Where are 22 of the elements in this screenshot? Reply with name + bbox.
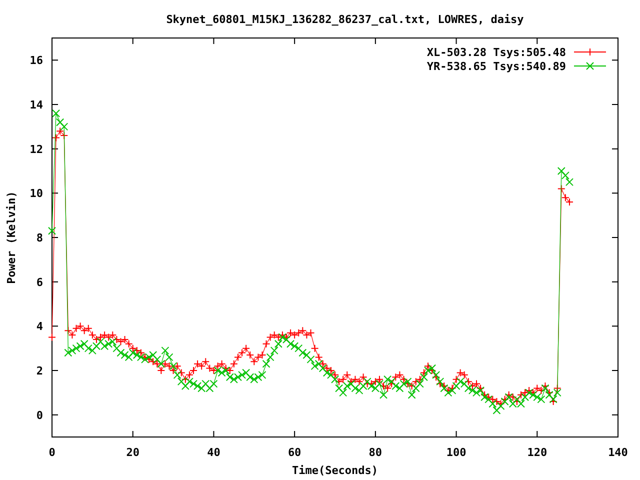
legend-label: XL-503.28 Tsys:505.48 xyxy=(426,46,566,59)
tick-label: 14 xyxy=(30,98,43,112)
tick-label: 140 xyxy=(608,446,628,459)
tick-label: 120 xyxy=(527,446,548,459)
tick-label: 60 xyxy=(288,446,302,459)
tick-label: 0 xyxy=(36,408,43,422)
tick-label: 2 xyxy=(36,364,43,378)
tick-label: 4 xyxy=(36,320,43,334)
tick-label: 0 xyxy=(48,446,56,459)
legend-label: YR-538.65 Tsys:540.89 xyxy=(426,60,566,73)
tick-label: 6 xyxy=(36,276,43,289)
chart-title: Skynet_60801_M15KJ_136282_86237_cal.txt, LOWRES, daisy xyxy=(166,13,524,26)
tick-label: 16 xyxy=(30,54,43,68)
tick-label: 100 xyxy=(446,446,466,459)
tick-label: 12 xyxy=(30,142,43,156)
tick-label: 20 xyxy=(126,446,140,459)
tick-label: 80 xyxy=(368,446,382,459)
axis-label: Power (Kelvin) xyxy=(5,191,18,284)
tick-label: 40 xyxy=(207,446,220,459)
axis-label: Time(Seconds) xyxy=(292,464,378,477)
tick-label: 10 xyxy=(30,187,43,200)
tick-label: 8 xyxy=(36,232,43,244)
